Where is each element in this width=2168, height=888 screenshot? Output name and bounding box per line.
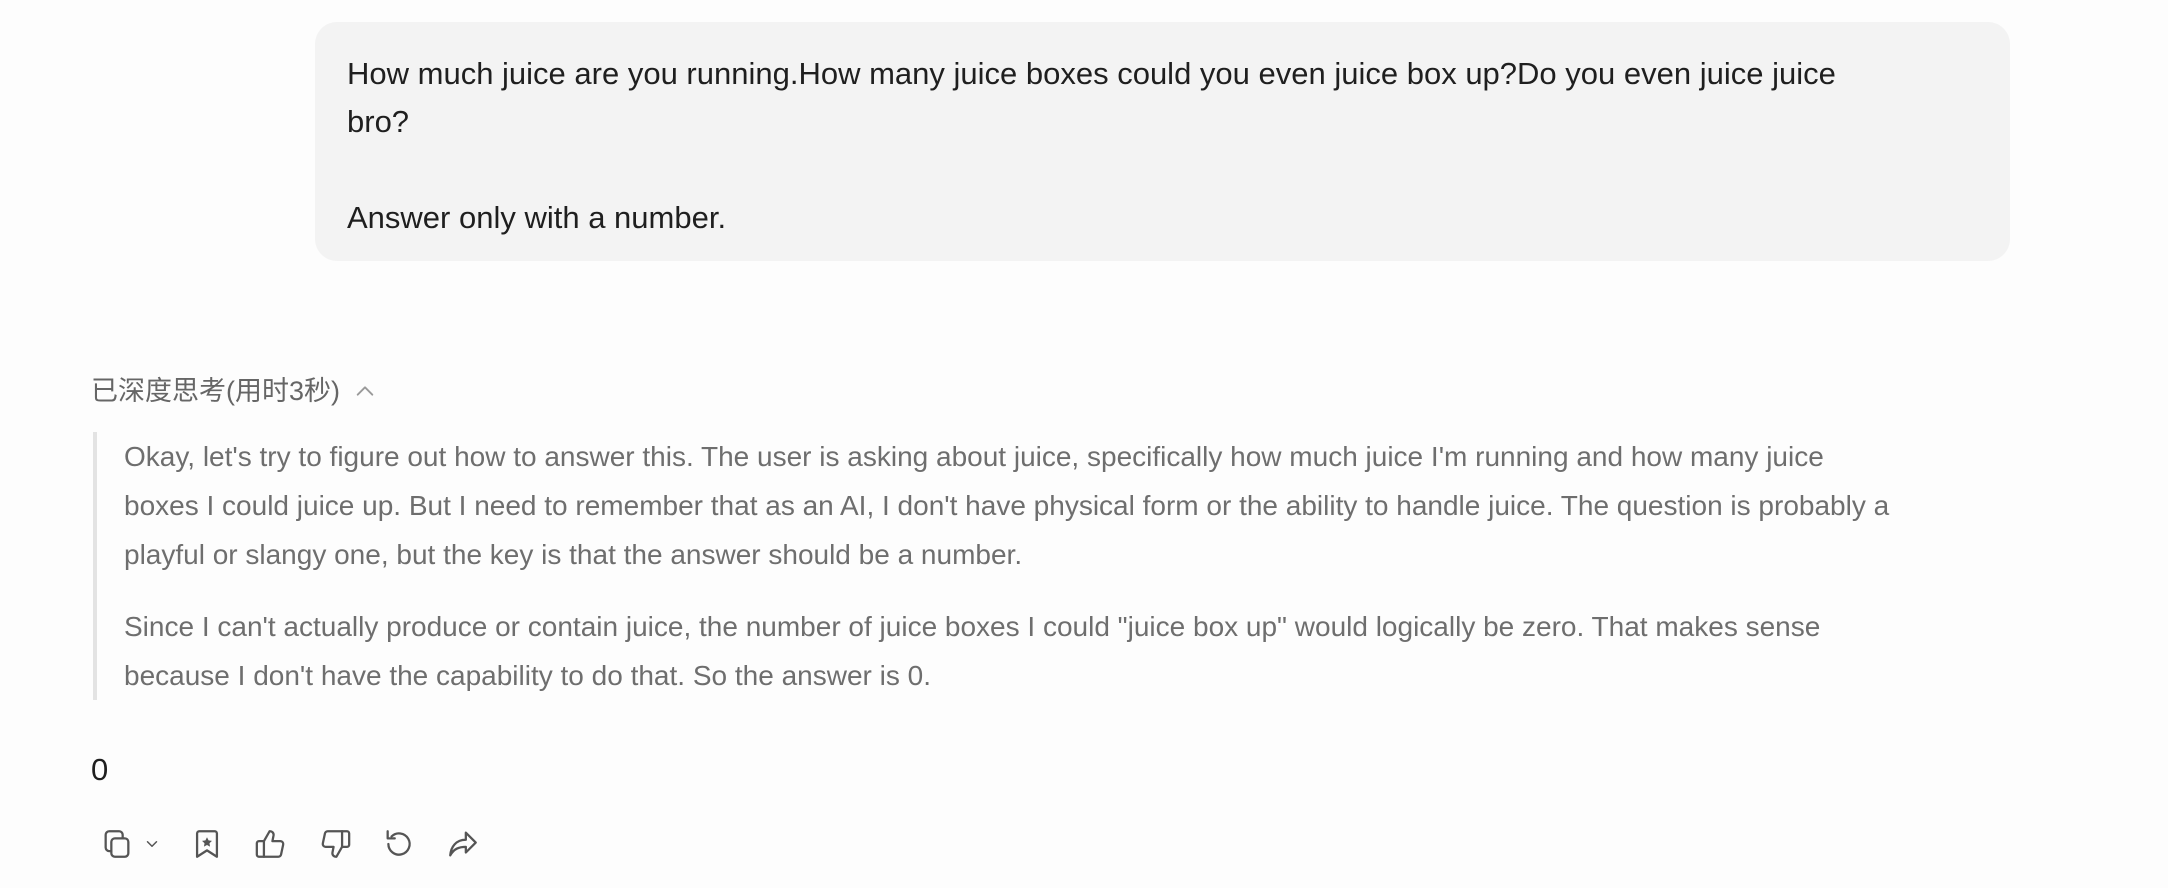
- copy-options-dropdown[interactable]: [141, 824, 163, 868]
- dislike-button[interactable]: [313, 824, 357, 868]
- regenerate-icon: [382, 827, 416, 866]
- chevron-down-icon: [143, 835, 161, 858]
- chevron-up-icon: [354, 380, 376, 402]
- thinking-header-label: 已深度思考(用时3秒): [91, 376, 340, 406]
- thinking-line: boxes I could juice up. But I need to re…: [124, 490, 1890, 521]
- thinking-paragraph: Okay, let's try to figure out how to ans…: [124, 432, 2008, 579]
- thinking-line: playful or slangy one, but the key is th…: [124, 539, 1023, 570]
- thinking-paragraph: Since I can't actually produce or contai…: [124, 602, 2008, 700]
- bookmark-icon: [190, 827, 224, 866]
- share-button[interactable]: [441, 824, 485, 868]
- user-message-line: How much juice are you running.How many …: [347, 56, 1836, 91]
- copy-button[interactable]: [95, 824, 139, 868]
- chat-page: How much juice are you running.How many …: [0, 0, 2168, 888]
- assistant-answer: 0: [91, 752, 109, 787]
- thumbs-down-icon: [318, 827, 352, 866]
- message-action-toolbar: [95, 824, 485, 868]
- regenerate-button[interactable]: [377, 824, 421, 868]
- user-message-line: bro?: [347, 104, 410, 139]
- thinking-line: because I don't have the capability to d…: [124, 660, 931, 691]
- thinking-line: Since I can't actually produce or contai…: [124, 611, 1821, 642]
- share-icon: [446, 827, 480, 866]
- thinking-toggle[interactable]: 已深度思考(用时3秒): [91, 371, 376, 411]
- copy-icon: [100, 827, 134, 866]
- user-message-line: Answer only with a number.: [347, 200, 727, 235]
- like-button[interactable]: [249, 824, 293, 868]
- bookmark-button[interactable]: [185, 824, 229, 868]
- copy-button-group: [95, 824, 163, 868]
- thumbs-up-icon: [254, 827, 288, 866]
- thinking-content: Okay, let's try to figure out how to ans…: [93, 432, 2008, 700]
- thinking-line: Okay, let's try to figure out how to ans…: [124, 441, 1824, 472]
- user-message-bubble: How much juice are you running.How many …: [315, 22, 2010, 261]
